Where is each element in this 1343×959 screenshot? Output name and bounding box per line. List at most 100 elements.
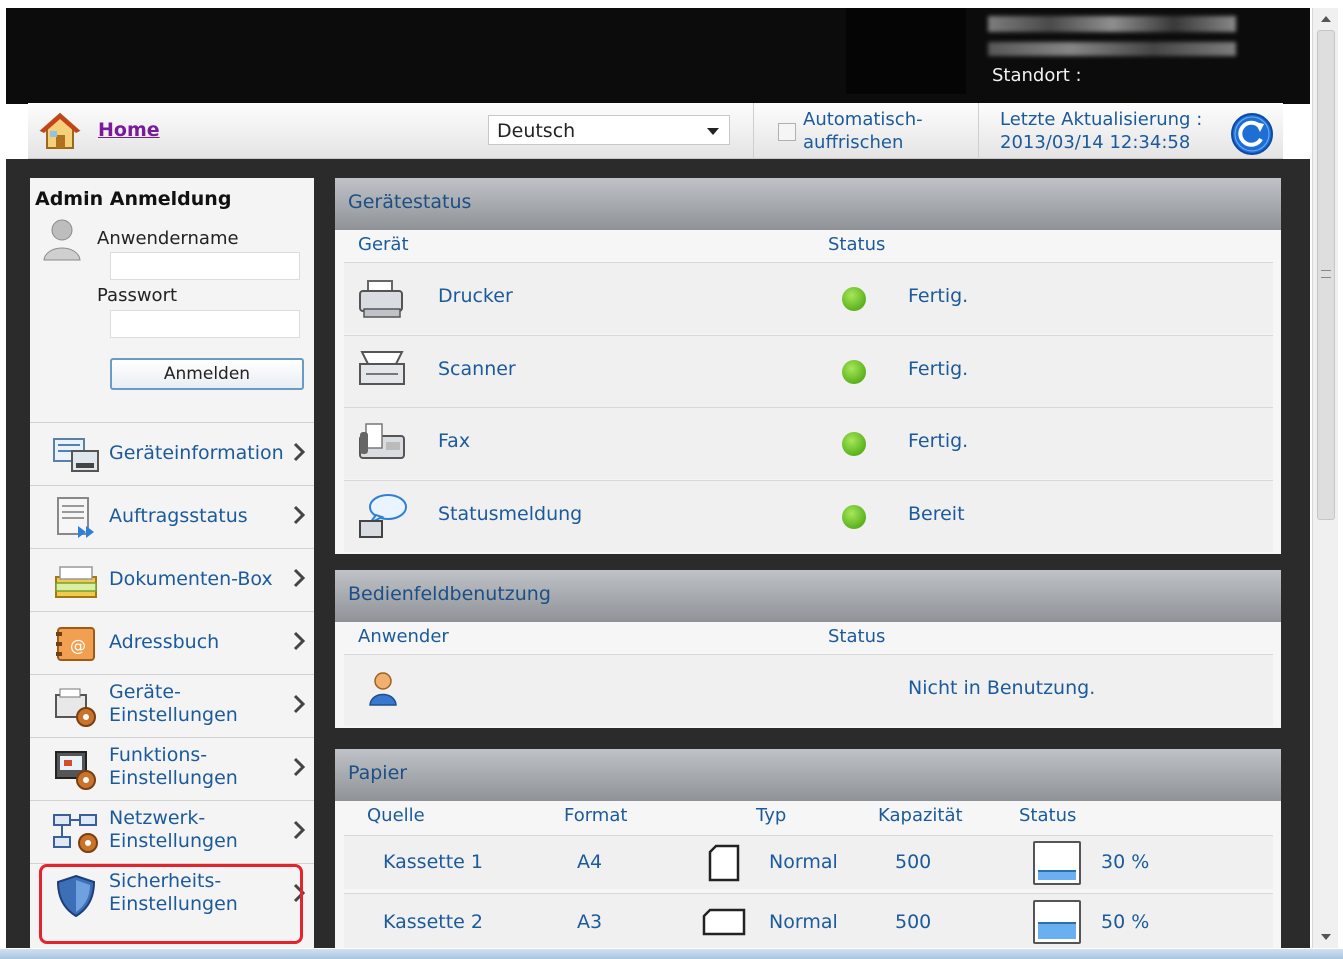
table-row: Scanner Fertig. — [344, 335, 1273, 407]
divider — [978, 103, 979, 159]
paper-level-indicator — [1033, 900, 1081, 944]
column-header-user: Anwender — [358, 626, 449, 647]
sidebar-item-address-book[interactable]: @ Adressbuch — [30, 611, 314, 673]
sidebar-item-label: Netzwerk- Einstellungen — [109, 807, 238, 853]
sidebar-item-label-line1: Funktions- — [109, 744, 208, 766]
sidebar-item-label: Dokumenten-Box — [109, 568, 273, 590]
paper-source: Kassette 2 — [383, 911, 483, 933]
paper-panel: Papier Quelle Format Typ Kapazität Statu… — [335, 749, 1281, 948]
device-settings-icon — [55, 688, 96, 727]
auto-refresh-label-line2: auffrischen — [803, 132, 904, 153]
sidebar-item-label-line1: Geräte- — [109, 681, 181, 703]
column-header-status: Status — [1019, 805, 1077, 826]
sidebar-item-device-information[interactable]: Geräteinformation — [30, 422, 314, 484]
panel-title: Gerätestatus — [335, 178, 1281, 230]
column-header-source: Quelle — [367, 805, 425, 826]
auto-refresh-label: Automatisch- auffrischen — [803, 108, 923, 154]
chevron-right-icon — [293, 568, 306, 588]
paper-level-text: 50 % — [1101, 911, 1150, 933]
column-header-type: Typ — [756, 805, 787, 826]
paper-level-indicator — [1033, 841, 1081, 885]
sidebar-item-label-line1: Netzwerk- — [109, 807, 206, 829]
paper-capacity: 500 — [895, 851, 932, 873]
web-interface: Standort : Home Deutsch Automatisch- auf… — [6, 8, 1310, 948]
home-link[interactable]: Home — [98, 119, 160, 141]
sidebar-item-device-settings[interactable]: Geräte- Einstellungen — [30, 674, 314, 736]
chevron-right-icon — [293, 442, 306, 462]
status-indicator-icon — [842, 287, 866, 311]
last-update-info: Letzte Aktualisierung : 2013/03/14 12:34… — [1000, 108, 1202, 154]
window-bottom-edge — [0, 949, 1343, 959]
chevron-right-icon — [293, 505, 306, 525]
paper-source: Kassette 1 — [383, 851, 483, 873]
paper-portrait-icon — [708, 844, 740, 882]
paper-level-text: 30 % — [1101, 851, 1150, 873]
language-select[interactable]: Deutsch — [488, 115, 730, 145]
table-row: Kassette 1 A4 Normal 500 30 % — [344, 835, 1273, 889]
highlight-annotation — [39, 864, 303, 944]
sidebar-item-label-line2: Einstellungen — [109, 704, 238, 726]
password-label: Passwort — [97, 285, 178, 306]
sidebar-item-job-status[interactable]: Auftragsstatus — [30, 485, 314, 547]
table-row: Fax Fertig. — [344, 407, 1273, 479]
username-field[interactable] — [110, 252, 300, 280]
vertical-scrollbar[interactable] — [1312, 8, 1338, 948]
device-name: Fax — [438, 430, 471, 452]
sidebar-item-label: Auftragsstatus — [109, 505, 248, 527]
function-settings-icon — [55, 751, 96, 790]
status-message-icon — [359, 494, 407, 538]
navigation-bar: Home Deutsch Automatisch- auffrischen Le… — [28, 103, 1283, 159]
document-box-icon — [55, 566, 97, 598]
sidebar-item-label: Funktions- Einstellungen — [109, 744, 238, 790]
device-status-text: Fertig. — [908, 358, 969, 380]
device-information-icon — [53, 438, 99, 472]
device-name: Statusmeldung — [438, 503, 583, 525]
paper-type: Normal — [769, 911, 838, 933]
status-indicator-icon — [842, 360, 866, 384]
panel-title: Papier — [335, 749, 1281, 801]
username-label: Anwendername — [97, 228, 239, 249]
login-title: Admin Anmeldung — [35, 188, 232, 210]
status-indicator-icon — [842, 432, 866, 456]
auto-refresh-checkbox[interactable] — [778, 123, 796, 141]
redacted-info-line-2 — [988, 42, 1236, 56]
divider — [753, 103, 754, 159]
device-status-text: Fertig. — [908, 430, 969, 452]
paper-level-fill — [1038, 870, 1076, 880]
device-name: Scanner — [438, 358, 516, 380]
sidebar: Admin Anmeldung Anwendername Passwort An… — [30, 178, 314, 948]
chevron-right-icon — [293, 820, 306, 840]
job-status-icon — [57, 497, 94, 538]
table-row: Nicht in Benutzung. — [344, 654, 1273, 726]
sidebar-item-label: Adressbuch — [109, 631, 220, 653]
language-select-value: Deutsch — [497, 120, 576, 142]
sidebar-item-document-box[interactable]: Dokumenten-Box — [30, 548, 314, 610]
user-icon — [369, 672, 397, 706]
paper-landscape-icon — [702, 908, 746, 936]
printer-icon — [359, 280, 403, 318]
panel-usage-panel: Bedienfeldbenutzung Anwender Status Nich… — [335, 570, 1281, 728]
table-row: Drucker Fertig. — [344, 262, 1273, 334]
sidebar-item-function-settings[interactable]: Funktions- Einstellungen — [30, 737, 314, 799]
chevron-right-icon — [293, 694, 306, 714]
scroll-up-arrow-icon[interactable] — [1321, 16, 1331, 22]
column-header-status: Status — [828, 626, 886, 647]
scanner-icon — [359, 351, 405, 385]
table-row: Kassette 2 A3 Normal 500 50 % — [344, 893, 1273, 948]
top-banner: Standort : — [6, 8, 1310, 104]
redacted-block — [846, 8, 966, 94]
home-icon[interactable] — [38, 111, 82, 151]
network-settings-icon — [53, 814, 98, 853]
svg-text:@: @ — [70, 636, 86, 655]
scroll-down-arrow-icon[interactable] — [1321, 934, 1331, 940]
table-row: Statusmeldung Bereit — [344, 480, 1273, 552]
panel-title: Bedienfeldbenutzung — [335, 570, 1281, 622]
device-status-panel: Gerätestatus Gerät Status Drucker Fertig… — [335, 178, 1281, 554]
address-book-icon: @ — [56, 627, 95, 661]
refresh-icon[interactable] — [1230, 112, 1274, 156]
column-header-format: Format — [564, 805, 628, 826]
paper-type: Normal — [769, 851, 838, 873]
password-field[interactable] — [110, 310, 300, 338]
sidebar-item-network-settings[interactable]: Netzwerk- Einstellungen — [30, 800, 314, 862]
login-button[interactable]: Anmelden — [110, 358, 304, 390]
